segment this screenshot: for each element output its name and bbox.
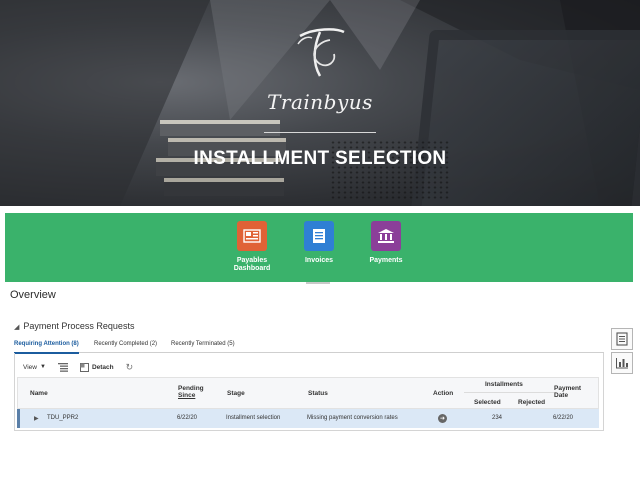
view-menu[interactable]: View ▼ (23, 364, 46, 371)
table-header: Name Pending Since Stage Status Action I… (17, 377, 599, 409)
nav-tile-label: Payables Dashboard (233, 257, 271, 272)
brand-name: Trainbyus (267, 90, 373, 114)
ppr-grid: Name Pending Since Stage Status Action I… (17, 377, 599, 429)
overview-heading: Overview (10, 289, 56, 301)
detach-label: Detach (91, 363, 114, 371)
col-status[interactable]: Status (308, 390, 328, 397)
chevron-down-icon: ▼ (39, 364, 46, 370)
brand-divider (264, 132, 376, 133)
cell-payment-date: 6/22/20 (553, 415, 574, 421)
nav-tile-invoices[interactable]: Invoices (284, 221, 354, 265)
detach-icon (79, 362, 89, 372)
col-rejected[interactable]: Rejected (518, 399, 545, 406)
cell-status: Missing payment conversion rates (307, 415, 398, 421)
format-columns-icon (57, 362, 68, 372)
payment-process-requests-header[interactable]: ◢ Payment Process Requests (14, 321, 134, 331)
nav-tile-payments[interactable]: Payments (351, 221, 421, 265)
cell-name[interactable]: TDU_PPR2 (47, 415, 78, 421)
page-root: Trainbyus INSTALLMENT SELECTION Payables… (0, 0, 640, 480)
hero-banner: Trainbyus INSTALLMENT SELECTION (0, 0, 640, 206)
ppr-tabs: Requiring Attention (8) Recently Complet… (14, 339, 604, 354)
col-action[interactable]: Action (433, 390, 453, 397)
refresh-icon: ↻ (125, 361, 134, 372)
cell-pending-since: 6/22/20 (177, 415, 198, 421)
col-installments: Installments (485, 381, 523, 388)
tab-requiring-attention[interactable]: Requiring Attention (8) (14, 339, 79, 354)
format-button[interactable] (57, 362, 68, 372)
view-label: View (23, 363, 37, 371)
ppr-table-panel: View ▼ Detach ↻ Name Pending Since Stage… (14, 353, 604, 431)
cell-selected: 234 (492, 415, 503, 421)
cell-stage: Installment selection (226, 415, 281, 421)
page-title: INSTALLMENT SELECTION (193, 148, 447, 169)
refresh-button[interactable]: ↻ (126, 362, 134, 373)
col-stage[interactable]: Stage (227, 390, 245, 397)
trainbyus-logo-icon (297, 28, 345, 77)
table-row[interactable]: ▶ TDU_PPR2 6/22/20 Installment selection… (17, 409, 599, 428)
section-title: Payment Process Requests (23, 321, 135, 331)
header-divider (464, 392, 556, 393)
nav-tile-label: Invoices (304, 257, 333, 264)
payments-icon (371, 221, 401, 251)
col-selected[interactable]: Selected (474, 399, 501, 406)
nav-tile-payables-dashboard[interactable]: Payables Dashboard (217, 221, 287, 273)
action-arrow-icon[interactable]: ➜ (438, 414, 447, 423)
detach-button[interactable]: Detach (79, 362, 114, 372)
collapse-triangle-icon[interactable]: ◢ (14, 323, 19, 331)
dashboard-icon (237, 221, 267, 251)
tab-recently-completed[interactable]: Recently Completed (2) (94, 339, 157, 352)
nav-page-indicator[interactable] (306, 282, 330, 284)
document-list-icon (616, 332, 628, 346)
chart-view-button[interactable] (611, 352, 633, 374)
bar-chart-icon (616, 358, 628, 369)
nav-tile-label: Payments (369, 257, 403, 264)
table-toolbar: View ▼ Detach ↻ (23, 361, 145, 373)
col-pending-since[interactable]: Pending Since (178, 385, 204, 399)
springboard-nav: Payables Dashboard Invoices Payments (5, 213, 633, 282)
col-name[interactable]: Name (30, 390, 48, 397)
col-payment-date[interactable]: Payment Date (554, 385, 581, 399)
tab-recently-terminated[interactable]: Recently Terminated (5) (171, 339, 235, 352)
expand-row-icon[interactable]: ▶ (34, 415, 39, 422)
list-view-button[interactable] (611, 328, 633, 350)
invoices-icon (304, 221, 334, 251)
